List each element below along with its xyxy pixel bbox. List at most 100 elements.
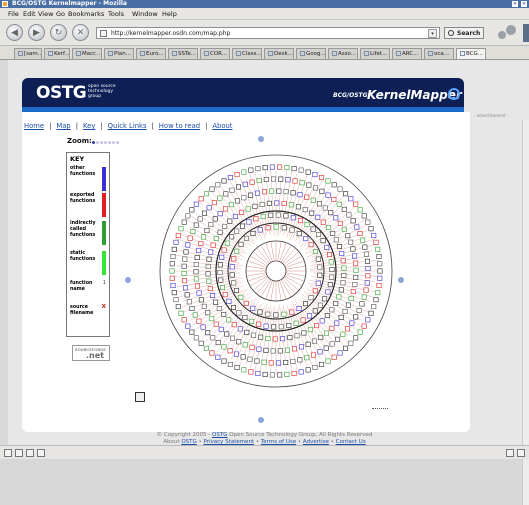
tab-4[interactable]: Euro... <box>136 48 166 59</box>
status-composer-icon[interactable] <box>15 449 23 457</box>
tab-page-icon <box>18 51 23 56</box>
pan-up-button[interactable] <box>258 136 264 142</box>
reload-button[interactable]: ↻ <box>50 24 67 41</box>
menu-edit[interactable]: Edit <box>23 10 36 18</box>
nav-link-how-to-read[interactable]: How to read <box>159 122 200 130</box>
map-function-node <box>296 231 302 237</box>
map-function-node <box>331 354 337 360</box>
key-label-function-name: function name <box>70 281 93 292</box>
map-function-node <box>373 239 379 245</box>
map-function-node <box>317 272 323 278</box>
map-function-node <box>349 320 355 326</box>
tab-14[interactable]: BCG... <box>456 48 486 59</box>
tab-page-icon <box>48 51 53 56</box>
map-thumbnail-icon[interactable] <box>135 392 145 402</box>
status-mail-icon[interactable] <box>4 449 12 457</box>
tab-1[interactable]: Kerf... <box>44 48 70 59</box>
back-button[interactable]: ◀ <box>6 24 23 41</box>
map-function-node <box>350 218 356 224</box>
sourceforge-badge[interactable]: SOURCEFORGE .net <box>72 345 110 361</box>
forward-button[interactable]: ▶ <box>28 24 45 41</box>
zoom-level-dot[interactable] <box>116 141 119 144</box>
tab-2[interactable]: Macr... <box>72 48 102 59</box>
tab-13[interactable]: oca... <box>424 48 454 59</box>
zoom-level-dot[interactable] <box>96 141 99 144</box>
tab-3[interactable]: Plan... <box>104 48 134 59</box>
tab-page-icon <box>140 51 145 56</box>
map-function-node <box>217 262 223 268</box>
map-function-node <box>368 310 374 316</box>
map-function-node <box>223 191 229 197</box>
menu-file[interactable]: File <box>8 10 19 18</box>
minimize-icon[interactable]: ▾ <box>512 1 518 7</box>
tab-11[interactable]: Lifet... <box>360 48 390 59</box>
status-address-icon[interactable] <box>37 449 45 457</box>
map-function-node <box>221 247 227 253</box>
map-function-node <box>300 317 306 323</box>
map-function-node <box>361 294 367 300</box>
map-function-node <box>316 201 322 207</box>
map-function-node <box>325 225 331 231</box>
map-function-node <box>227 218 233 224</box>
zoom-level-dot[interactable] <box>100 141 103 144</box>
tab-5[interactable]: SSTe... <box>168 48 198 59</box>
menu-view[interactable]: View <box>38 10 53 18</box>
nav-link-about[interactable]: About <box>212 122 232 130</box>
map-function-node <box>181 219 187 225</box>
close-icon[interactable]: × <box>521 1 527 7</box>
map-function-node <box>298 167 304 173</box>
stop-button[interactable]: ✕ <box>72 24 89 41</box>
tab-page-icon <box>396 51 401 56</box>
tab-7[interactable]: Class... <box>232 48 262 59</box>
nav-link-quick-links[interactable]: Quick Links <box>108 122 147 130</box>
zoom-level-dot[interactable] <box>104 141 107 144</box>
pan-right-button[interactable] <box>398 277 404 283</box>
menu-tools[interactable]: Tools <box>108 10 124 18</box>
kernel-map[interactable] <box>156 154 396 388</box>
map-function-node <box>288 202 294 208</box>
nav-link-key[interactable]: Key <box>83 122 95 130</box>
map-function-node <box>260 213 266 219</box>
status-bar <box>0 445 529 459</box>
map-function-node <box>182 278 188 284</box>
nav-link-home[interactable]: Home <box>24 122 44 130</box>
tab-12[interactable]: ARC... <box>392 48 422 59</box>
menu-go[interactable]: Go <box>56 10 65 18</box>
zoom-level-dot[interactable] <box>92 141 95 144</box>
map-function-node <box>365 317 371 323</box>
tab-0[interactable]: [sam... <box>14 48 42 59</box>
map-function-node <box>322 205 328 211</box>
tab-8[interactable]: Desk... <box>264 48 294 59</box>
url-dropdown-icon[interactable]: ▾ <box>428 29 437 38</box>
zoom-level-selector[interactable] <box>92 141 119 144</box>
map-function-node <box>329 307 335 313</box>
page-content: Home | Map | Key | Quick Links | How to read | Abo… <box>22 112 470 432</box>
zoom-level-dot[interactable] <box>112 141 115 144</box>
map-function-node <box>251 332 257 338</box>
menu-help[interactable]: Help <box>162 10 177 18</box>
tab-6[interactable]: COR... <box>200 48 230 59</box>
map-function-node <box>377 275 383 281</box>
footer-ostg-link[interactable]: OSTG <box>212 432 227 438</box>
map-function-node <box>375 290 381 296</box>
pan-left-button[interactable] <box>125 277 131 283</box>
tab-9[interactable]: Goog... <box>296 48 326 59</box>
zoom-level-dot[interactable] <box>108 141 111 144</box>
map-function-node <box>229 264 235 270</box>
tab-10[interactable]: Asso... <box>328 48 358 59</box>
menu-bookmarks[interactable]: Bookmarks <box>68 10 104 18</box>
map-function-node <box>171 290 177 296</box>
map-function-node <box>273 224 279 230</box>
map-function-node <box>185 242 191 248</box>
map-function-node <box>290 358 296 364</box>
ostg-logo[interactable]: OSTG <box>36 83 87 103</box>
menu-window[interactable]: Window <box>132 10 158 18</box>
pan-down-button[interactable] <box>258 417 264 423</box>
status-chat-icon[interactable] <box>26 449 34 457</box>
nav-link-map[interactable]: Map <box>56 122 70 130</box>
map-function-node <box>234 228 240 234</box>
address-bar[interactable]: http://kernelmapper.osdn.com/map.php ▾ <box>96 27 440 39</box>
map-function-node <box>297 192 303 198</box>
search-button[interactable]: Search <box>444 27 484 39</box>
map-function-node <box>333 215 339 221</box>
